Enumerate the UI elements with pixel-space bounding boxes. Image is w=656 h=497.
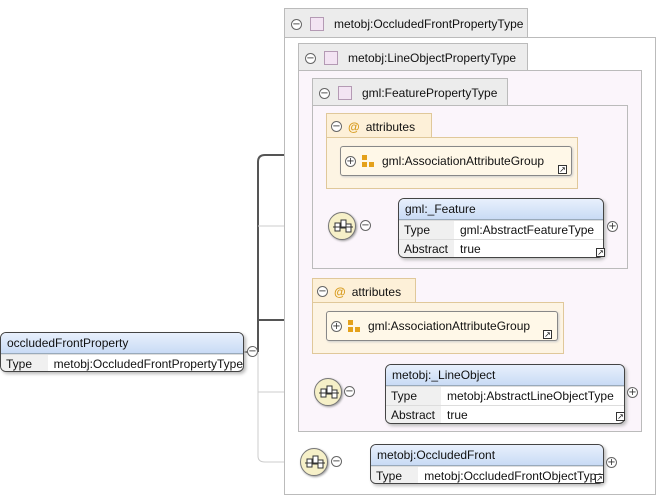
reference-arrow-icon[interactable]: ↗: [616, 412, 625, 421]
abstract-value: true: [447, 408, 468, 422]
collapse-toggle-icon[interactable]: −: [331, 121, 342, 132]
type-value: metobj:OccludedFrontObjectType: [424, 469, 603, 483]
collapse-toggle-icon[interactable]: −: [331, 456, 342, 467]
expand-toggle-icon[interactable]: +: [331, 320, 342, 332]
complex-type-icon: [310, 17, 324, 31]
reference-arrow-icon[interactable]: ↗: [596, 248, 605, 257]
expand-toggle-icon[interactable]: +: [606, 457, 617, 468]
reference-arrow-icon[interactable]: ↗: [543, 330, 552, 339]
abstract-label: Abstract: [386, 406, 441, 423]
feature-element[interactable]: gml:_Feature Type gml:AbstractFeatureType…: [398, 198, 604, 258]
collapse-toggle-icon[interactable]: −: [317, 286, 328, 297]
expand-toggle-icon[interactable]: +: [345, 155, 356, 167]
attributes-tab: − @ attributes: [312, 278, 416, 304]
type-value: gml:AbstractFeatureType: [460, 223, 595, 237]
feature-element-name: gml:_Feature: [399, 199, 603, 220]
collapse-toggle-icon[interactable]: −: [247, 346, 258, 357]
sequence-glyph-icon: [333, 219, 353, 233]
attribute-at-icon: @: [348, 119, 360, 134]
outer-type-name: metobj:OccludedFrontPropertyType: [334, 17, 524, 31]
sequence-icon[interactable]: [300, 448, 328, 476]
attribute-group-icon: [362, 155, 374, 167]
complex-type-icon: [338, 86, 352, 100]
expand-toggle-icon[interactable]: +: [607, 221, 618, 232]
type-label: Type: [399, 221, 454, 239]
collapse-toggle-icon[interactable]: −: [360, 220, 371, 231]
occluded-front-element[interactable]: metobj:OccludedFront Type metobj:Occluded…: [370, 444, 604, 484]
sequence-icon[interactable]: [314, 378, 342, 406]
abstract-value: true: [460, 242, 481, 256]
line-type-name: metobj:LineObjectPropertyType: [348, 51, 517, 65]
attribute-group-name: gml:AssociationAttributeGroup: [368, 319, 531, 333]
feature-type-name: gml:FeaturePropertyType: [362, 86, 498, 100]
collapse-toggle-icon[interactable]: −: [305, 52, 316, 64]
line-object-element-name: metobj:_LineObject: [386, 365, 624, 386]
collapse-toggle-icon[interactable]: −: [344, 386, 355, 397]
type-value: metobj:AbstractLineObjectType: [447, 389, 614, 403]
reference-arrow-icon[interactable]: ↗: [558, 165, 567, 174]
root-element-name: occludedFrontProperty: [1, 333, 243, 354]
attribute-group[interactable]: + gml:AssociationAttributeGroup: [340, 146, 572, 176]
attributes-tab: − @ attributes: [326, 113, 432, 139]
collapse-toggle-icon[interactable]: −: [319, 87, 330, 99]
reference-arrow-icon[interactable]: ↗: [595, 474, 604, 483]
occluded-front-element-name: metobj:OccludedFront: [371, 445, 603, 466]
abstract-label: Abstract: [399, 240, 454, 257]
outer-type-header: − metobj:OccludedFrontPropertyType: [284, 8, 528, 39]
type-value: metobj:OccludedFrontPropertyType: [53, 357, 243, 371]
collapse-toggle-icon[interactable]: −: [291, 18, 302, 30]
complex-type-icon: [324, 51, 338, 65]
attribute-group-name: gml:AssociationAttributeGroup: [382, 154, 545, 168]
type-label: Type: [386, 387, 441, 405]
sequence-glyph-icon: [319, 385, 339, 399]
line-type-header: − metobj:LineObjectPropertyType: [298, 43, 528, 72]
attribute-group[interactable]: + gml:AssociationAttributeGroup: [326, 311, 558, 341]
line-object-element[interactable]: metobj:_LineObject Type metobj:AbstractLi…: [385, 364, 625, 424]
feature-type-header: − gml:FeaturePropertyType: [312, 78, 508, 107]
attribute-at-icon: @: [334, 284, 346, 299]
attributes-label: attributes: [351, 284, 402, 299]
sequence-icon[interactable]: [328, 212, 356, 240]
attribute-group-icon: [348, 320, 360, 332]
sequence-glyph-icon: [305, 455, 325, 469]
type-label: Type: [371, 467, 419, 483]
root-element[interactable]: occludedFrontProperty Type metobj:Occlude…: [0, 332, 244, 372]
type-label: Type: [1, 355, 48, 371]
attributes-label: attributes: [365, 119, 416, 134]
expand-toggle-icon[interactable]: +: [627, 387, 638, 398]
